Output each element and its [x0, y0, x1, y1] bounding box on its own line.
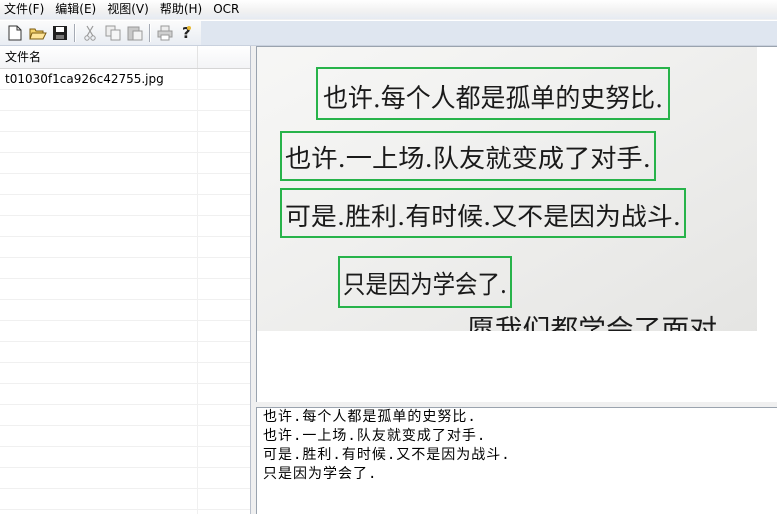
empty-list-row [0, 195, 250, 216]
menu-bar: 文件(F) 编辑(E) 视图(V) 帮助(H) OCR [0, 0, 777, 19]
column-header-filename[interactable]: 文件名 [0, 46, 198, 68]
handwritten-line: 也许.每个人都是孤单的史努比. [323, 84, 663, 114]
empty-list-row [0, 489, 250, 510]
handwritten-line: 只是因为学会了. [343, 270, 507, 299]
empty-cell [0, 405, 198, 425]
file-list: t01030f1ca926c42755.jpg [0, 69, 250, 514]
ocr-line: 也许.一上场.队友就变成了对手. [263, 428, 487, 444]
empty-cell [0, 237, 198, 257]
ocr-line: 也许.每个人都是孤单的史努比. [263, 409, 477, 425]
ocr-line: 可是.胜利.有时候.又不是因为战斗. [263, 447, 511, 463]
copy-icon[interactable] [104, 24, 122, 42]
print-icon[interactable] [156, 24, 174, 42]
empty-list-row [0, 279, 250, 300]
toolbar: ? [0, 20, 777, 46]
empty-list-row [0, 321, 250, 342]
empty-list-row [0, 468, 250, 489]
handwritten-line: 愿我们都学会了面对 [467, 315, 717, 331]
empty-cell [0, 363, 198, 383]
empty-list-row [0, 426, 250, 447]
file-list-header: 文件名 [0, 46, 250, 69]
empty-list-row [0, 510, 250, 514]
empty-list-row [0, 447, 250, 468]
toolbar-separator [74, 24, 76, 42]
empty-cell [0, 300, 198, 320]
empty-list-row [0, 174, 250, 195]
empty-list-row [0, 216, 250, 237]
ocr-result-textarea[interactable]: 也许.每个人都是孤单的史努比. 也许.一上场.队友就变成了对手. 可是.胜利.有… [256, 407, 777, 514]
menu-ocr[interactable]: OCR [209, 0, 246, 19]
empty-cell [0, 342, 198, 362]
menu-edit[interactable]: 编辑(E) [51, 0, 103, 19]
empty-cell [0, 489, 198, 509]
ocr-line: 只是因为学会了. [263, 466, 378, 482]
list-item[interactable]: t01030f1ca926c42755.jpg [0, 69, 250, 90]
empty-cell [0, 111, 198, 131]
handwritten-line: 可是.胜利.有时候.又不是因为战斗. [285, 202, 681, 231]
file-list-panel: 文件名 t01030f1ca926c42755.jpg [0, 46, 251, 514]
empty-list-row [0, 90, 250, 111]
empty-list-row [0, 405, 250, 426]
image-preview-panel: 也许.每个人都是孤单的史努比. 也许.一上场.队友就变成了对手. 可是.胜利.有… [256, 46, 777, 402]
new-file-icon[interactable] [6, 24, 24, 42]
cut-icon[interactable] [81, 24, 99, 42]
paste-icon[interactable] [126, 24, 144, 42]
empty-list-row [0, 363, 250, 384]
empty-list-row [0, 132, 250, 153]
empty-cell [0, 447, 198, 467]
empty-cell [0, 174, 198, 194]
empty-cell [0, 216, 198, 236]
save-icon[interactable] [51, 24, 69, 42]
toolbar-separator [149, 24, 151, 42]
empty-list-row [0, 300, 250, 321]
empty-cell [0, 510, 198, 514]
handwritten-line: 也许.一上场.队友就变成了对手. [285, 144, 651, 173]
menu-file[interactable]: 文件(F) [0, 0, 51, 19]
empty-list-row [0, 342, 250, 363]
empty-list-row [0, 153, 250, 174]
file-name: t01030f1ca926c42755.jpg [0, 69, 198, 89]
empty-cell [0, 258, 198, 278]
toolbar-background [201, 21, 777, 45]
empty-list-row [0, 258, 250, 279]
empty-cell [0, 153, 198, 173]
empty-list-row [0, 237, 250, 258]
empty-cell [0, 90, 198, 110]
open-folder-icon[interactable] [29, 24, 47, 42]
empty-cell [0, 468, 198, 488]
menu-help[interactable]: 帮助(H) [156, 0, 209, 19]
empty-cell [0, 384, 198, 404]
handwritten-image: 也许.每个人都是孤单的史努比. 也许.一上场.队友就变成了对手. 可是.胜利.有… [257, 47, 757, 331]
help-icon[interactable]: ? [178, 24, 196, 42]
empty-list-row [0, 384, 250, 405]
empty-cell [0, 195, 198, 215]
menu-view[interactable]: 视图(V) [103, 0, 156, 19]
empty-cell [0, 279, 198, 299]
empty-list-row [0, 111, 250, 132]
empty-cell [0, 321, 198, 341]
empty-cell [0, 426, 198, 446]
empty-cell [0, 132, 198, 152]
